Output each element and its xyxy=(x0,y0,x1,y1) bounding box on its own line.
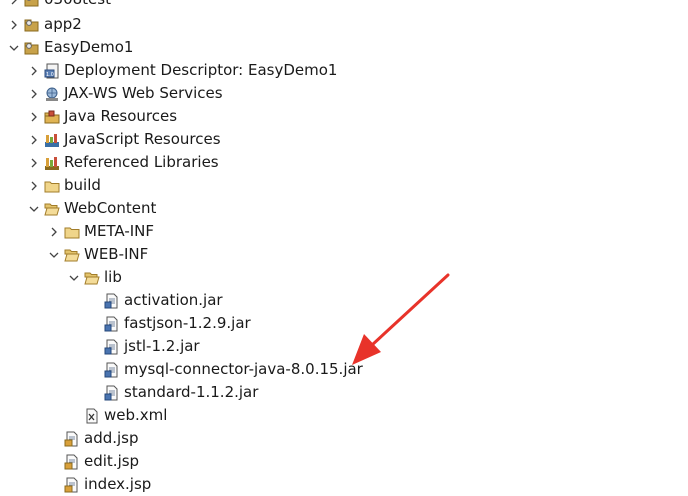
chevron-right-icon[interactable] xyxy=(8,13,20,36)
tree-item-label: JavaScript Resources xyxy=(64,130,221,148)
tree-item-label: WebContent xyxy=(64,199,157,217)
chevron-right-icon[interactable] xyxy=(28,59,40,82)
tree-item-app2[interactable]: app2 xyxy=(8,13,82,36)
tree-item-add-jsp[interactable]: add.jsp xyxy=(48,427,139,450)
tree-item-index-jsp[interactable]: index.jsp xyxy=(48,473,151,496)
jar-file-icon xyxy=(104,339,120,355)
tree-item-deployment-descriptor[interactable]: 1.0 Deployment Descriptor: EasyDemo1 xyxy=(28,59,337,82)
chevron-right-icon[interactable] xyxy=(48,220,60,243)
jsp-file-icon xyxy=(64,431,80,447)
tree-item-label: activation.jar xyxy=(124,291,223,309)
project-icon xyxy=(24,40,40,56)
folder-icon xyxy=(44,178,60,194)
library-icon xyxy=(44,155,60,171)
tree-item-javascript-resources[interactable]: JavaScript Resources xyxy=(28,128,221,151)
xml-file-icon xyxy=(84,408,100,424)
tree-item-label: Deployment Descriptor: EasyDemo1 xyxy=(64,61,338,79)
chevron-right-icon[interactable] xyxy=(28,174,40,197)
tree-item-standard-jar[interactable]: standard-1.1.2.jar xyxy=(88,381,258,404)
tree-item-label: app2 xyxy=(44,15,82,33)
tree-item-label: META-INF xyxy=(84,222,155,240)
chevron-down-icon[interactable] xyxy=(68,266,80,289)
jar-file-icon xyxy=(104,293,120,309)
chevron-down-icon[interactable] xyxy=(8,36,20,59)
tree-item-java-resources[interactable]: Java Resources xyxy=(28,105,177,128)
tree-item-referenced-libraries[interactable]: Referenced Libraries xyxy=(28,151,219,174)
tree-item-label: WEB-INF xyxy=(84,245,149,263)
tree-item-label: mysql-connector-java-8.0.15.jar xyxy=(124,360,363,378)
folder-icon xyxy=(64,224,80,240)
tree-item-label: standard-1.1.2.jar xyxy=(124,383,259,401)
tree-item-label: web.xml xyxy=(104,406,168,424)
tree-item-web-xml[interactable]: web.xml xyxy=(68,404,167,427)
tree-item-edit-jsp[interactable]: edit.jsp xyxy=(48,450,139,473)
tree-item-lib[interactable]: lib xyxy=(68,266,122,289)
jar-file-icon xyxy=(104,385,120,401)
deployment-descriptor-icon: 1.0 xyxy=(44,63,60,79)
project-icon xyxy=(24,17,40,33)
tree-item-label: 0308test xyxy=(44,0,111,11)
tree-item-mysql-connector-jar[interactable]: mysql-connector-java-8.0.15.jar xyxy=(88,358,363,381)
tree-item-fastjson-jar[interactable]: fastjson-1.2.9.jar xyxy=(88,312,251,335)
tree-item-label: edit.jsp xyxy=(84,452,140,470)
tree-item-label: index.jsp xyxy=(84,475,152,493)
tree-item-meta-inf[interactable]: META-INF xyxy=(48,220,154,243)
chevron-down-icon[interactable] xyxy=(28,197,40,220)
web-services-icon xyxy=(44,86,60,102)
chevron-right-icon[interactable] xyxy=(28,82,40,105)
tree-item-webcontent[interactable]: WebContent xyxy=(28,197,156,220)
folder-open-icon xyxy=(44,201,60,217)
jar-file-icon xyxy=(104,362,120,378)
tree-item-easydemo1[interactable]: EasyDemo1 xyxy=(8,36,133,59)
javascript-resources-icon xyxy=(44,132,60,148)
chevron-right-icon[interactable] xyxy=(28,128,40,151)
tree-item-label: Referenced Libraries xyxy=(64,153,219,171)
tree-item-label: fastjson-1.2.9.jar xyxy=(124,314,251,332)
chevron-right-icon[interactable] xyxy=(8,0,20,11)
chevron-down-icon[interactable] xyxy=(48,243,60,266)
chevron-right-icon[interactable] xyxy=(28,105,40,128)
tree-item-jstl-jar[interactable]: jstl-1.2.jar xyxy=(88,335,200,358)
jsp-file-icon xyxy=(64,454,80,470)
folder-open-icon xyxy=(84,270,100,286)
tree-item-label: lib xyxy=(104,268,122,286)
tree-item-build[interactable]: build xyxy=(28,174,101,197)
tree-item-activation-jar[interactable]: activation.jar xyxy=(88,289,223,312)
tree-item-0308test[interactable]: 0308test xyxy=(8,0,111,11)
tree-item-label: jstl-1.2.jar xyxy=(124,337,200,355)
project-icon xyxy=(24,0,40,8)
jsp-file-icon xyxy=(64,477,80,493)
tree-item-web-inf[interactable]: WEB-INF xyxy=(48,243,148,266)
chevron-right-icon[interactable] xyxy=(28,151,40,174)
tree-item-label: add.jsp xyxy=(84,429,139,447)
tree-item-label: Java Resources xyxy=(64,107,178,125)
tree-item-label: build xyxy=(64,176,101,194)
tree-item-label: EasyDemo1 xyxy=(44,38,134,56)
tree-item-jax-ws-web-services[interactable]: JAX-WS Web Services xyxy=(28,82,223,105)
jar-file-icon xyxy=(104,316,120,332)
tree-item-label: JAX-WS Web Services xyxy=(64,84,223,102)
java-resources-icon xyxy=(44,109,60,125)
folder-open-icon xyxy=(64,247,80,263)
svg-text:1.0: 1.0 xyxy=(46,72,54,78)
